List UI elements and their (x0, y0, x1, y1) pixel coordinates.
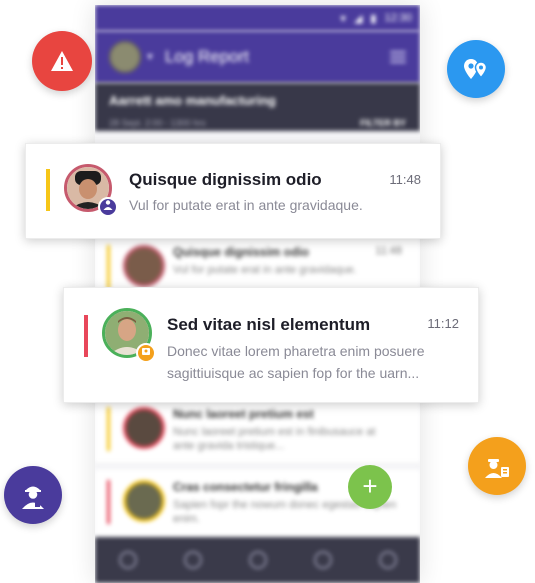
filter-button[interactable]: FILTER BY (360, 118, 406, 128)
app-bar: ▼ Log Report (95, 31, 420, 83)
list-item-body: Vul for putate erat in ante gravidaque. (173, 264, 357, 276)
manager-badge-icon (136, 343, 156, 363)
avatar (123, 480, 165, 522)
plus-icon: + (362, 471, 378, 501)
list-item-accent (107, 245, 110, 289)
nav-report-icon[interactable] (313, 551, 332, 569)
profile-avatar[interactable] (109, 41, 141, 73)
add-button[interactable]: + (348, 465, 392, 509)
avatar (123, 245, 165, 287)
log-card[interactable]: Quisque dignissim odio Vul for putate er… (25, 143, 441, 239)
worker-badge-icon (98, 197, 118, 217)
wifi-icon: ▾ (340, 12, 346, 25)
list-item-title: Nunc laoreet pretium est (173, 407, 314, 421)
worker-icon[interactable] (4, 466, 62, 524)
chevron-down-icon[interactable]: ▼ (145, 52, 155, 63)
subheader-title: Aarrett amo manufacturing (109, 93, 276, 108)
card-time: 11:12 (427, 316, 459, 331)
list-item-title: Cras consectetur fringilla (173, 480, 318, 494)
nav-location-icon[interactable] (118, 551, 137, 569)
list-item[interactable]: Nunc laoreet pretium est Nunc laoreet pr… (95, 397, 420, 464)
list-item-time: 11:48 (375, 245, 402, 257)
status-time: 12:30 (384, 12, 412, 24)
status-bar: ▾ ◢ ▮ 12:30 (95, 5, 420, 31)
list-item-body: Nunc laoreet pretium est in finibusauce … (173, 426, 376, 452)
card-body-line2: sagittiuisque ac sapien fop for the uarn… (167, 365, 420, 381)
list-item-title: Quisque dignissim odio (173, 245, 310, 259)
list-item-accent (107, 407, 110, 451)
subheader-date: 28 Sept. 2:00 - 1300 hrs (109, 118, 206, 128)
card-time: 11:48 (389, 172, 421, 187)
card-accent (84, 315, 88, 357)
avatar (123, 407, 165, 449)
list-item-accent (107, 480, 110, 524)
battery-icon: ▮ (370, 12, 377, 25)
card-title: Sed vitae nisl elementum (167, 315, 371, 334)
bottom-nav (95, 537, 420, 583)
warning-icon[interactable] (32, 31, 92, 91)
card-title: Quisque dignissim odio (129, 170, 322, 189)
card-accent (46, 169, 50, 211)
card-body: Vul for putate erat in ante gravidaque. (129, 197, 363, 213)
nav-users-icon[interactable] (183, 551, 202, 569)
subheader: Aarrett amo manufacturing 28 Sept. 2:00 … (95, 83, 420, 131)
manager-icon[interactable] (468, 437, 526, 495)
app-title: Log Report (164, 47, 250, 66)
log-card[interactable]: Sed vitae nisl elementum Donec vitae lor… (63, 287, 479, 403)
nav-share-icon[interactable] (248, 551, 267, 569)
location-pins-icon[interactable] (447, 40, 505, 98)
card-body-line1: Donec vitae lorem pharetra enim posuere (167, 343, 425, 359)
nav-view-icon[interactable] (378, 551, 397, 569)
signal-icon: ◢ (353, 12, 363, 25)
menu-icon[interactable] (390, 51, 406, 63)
